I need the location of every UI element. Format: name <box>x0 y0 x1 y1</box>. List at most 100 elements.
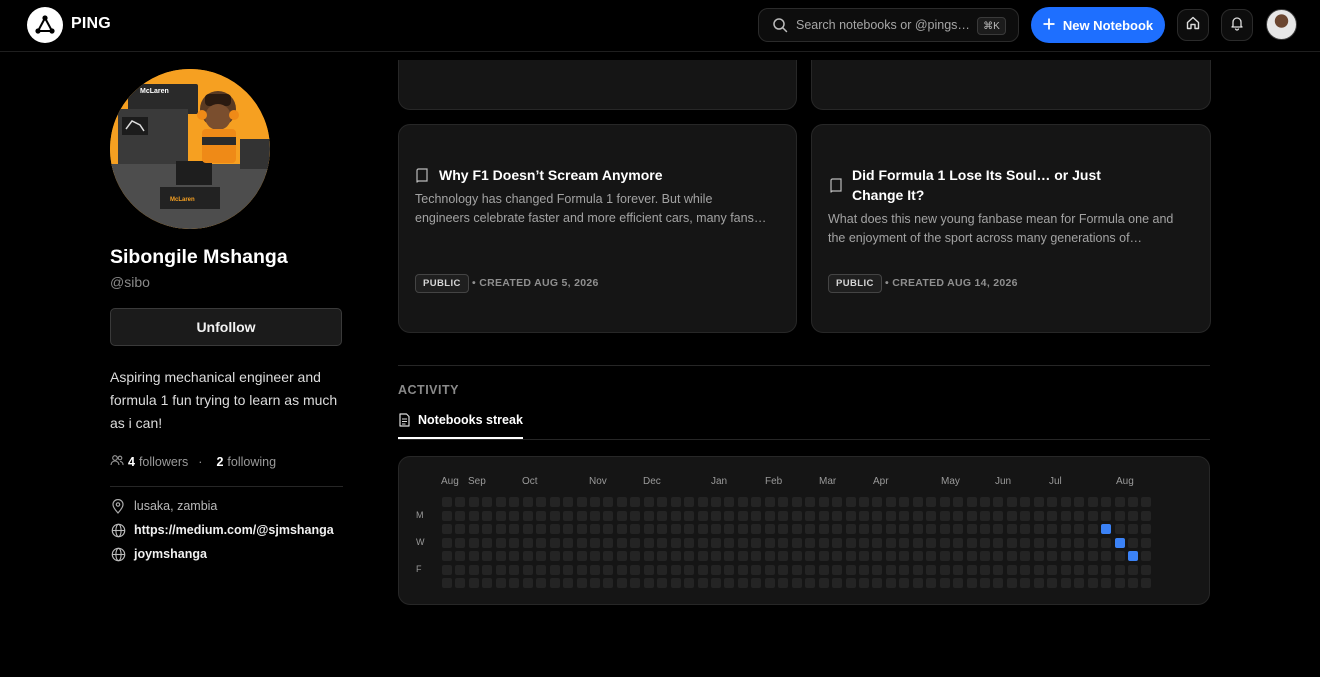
heatmap-cell <box>818 497 829 507</box>
heatmap-cell <box>791 551 802 561</box>
notebook-title[interactable]: Did Formula 1 Lose Its Soul… or Just Cha… <box>852 165 1142 205</box>
heatmap-cell <box>1047 537 1058 548</box>
heatmap-cell <box>697 497 708 507</box>
heatmap-cell <box>468 524 479 534</box>
heatmap-cell <box>751 524 762 534</box>
heatmap-cell <box>724 578 735 588</box>
unfollow-button[interactable]: Unfollow <box>110 308 342 346</box>
heatmap-cell <box>778 537 789 548</box>
notebook-card[interactable]: Why F1 Doesn’t Scream Anymore Technology… <box>398 124 797 333</box>
heatmap-cell <box>845 551 856 561</box>
heatmap-cell <box>616 510 627 521</box>
social-row: joymshanga <box>110 546 207 562</box>
day-label: W <box>416 537 425 547</box>
heatmap-cell <box>764 524 775 534</box>
heatmap-cell <box>563 524 574 534</box>
heatmap-cell <box>482 551 493 561</box>
tab-notebooks-streak[interactable]: Notebooks streak <box>398 413 523 439</box>
search-shortcut: ⌘K <box>977 17 1006 35</box>
heatmap-cell <box>724 564 735 575</box>
notifications-button[interactable] <box>1221 9 1253 41</box>
heatmap-cell <box>616 537 627 548</box>
heatmap-cell <box>1020 578 1031 588</box>
heatmap-cell <box>536 497 547 507</box>
new-notebook-button[interactable]: New Notebook <box>1031 7 1165 43</box>
heatmap-cell <box>778 497 789 507</box>
heatmap-cell <box>643 564 654 575</box>
heatmap-cell <box>549 537 560 548</box>
heatmap-cell <box>603 578 614 588</box>
bell-icon <box>1229 15 1245 36</box>
month-label: Dec <box>643 476 661 487</box>
notebook-card[interactable]: Did Formula 1 Lose Its Soul… or Just Cha… <box>811 124 1211 333</box>
search-input[interactable]: Search notebooks or @pings… ⌘K <box>758 8 1019 42</box>
heatmap-cell <box>643 497 654 507</box>
notebook-card-partial[interactable] <box>811 60 1211 110</box>
heatmap-cell <box>643 537 654 548</box>
heatmap-cell <box>711 564 721 575</box>
heatmap-cell <box>536 551 547 561</box>
new-notebook-label: New Notebook <box>1062 17 1154 33</box>
heatmap-cell <box>670 537 681 548</box>
heatmap-cell <box>630 537 641 548</box>
heatmap-cell <box>899 578 910 588</box>
heatmap-cell <box>805 537 816 548</box>
heatmap-cell <box>711 578 721 588</box>
home-button[interactable] <box>1177 9 1209 41</box>
heatmap-cell <box>912 537 923 548</box>
heatmap-cell <box>953 524 964 534</box>
heatmap-cell <box>953 578 964 588</box>
heatmap-cell <box>751 551 762 561</box>
heatmap-cell <box>1060 510 1071 521</box>
followers-label[interactable]: followers <box>139 455 188 469</box>
heatmap-cell <box>697 510 708 521</box>
heatmap-cell <box>455 510 466 521</box>
visibility-badge: PUBLIC <box>828 274 882 293</box>
heatmap-cell <box>980 578 990 588</box>
heatmap-cell <box>509 578 520 588</box>
heatmap-cell <box>1101 497 1112 507</box>
notebook-title[interactable]: Why F1 Doesn’t Scream Anymore <box>439 165 769 185</box>
following-count[interactable]: 2 <box>216 455 223 469</box>
followers-count[interactable]: 4 <box>128 455 135 469</box>
heatmap-cell <box>482 510 493 521</box>
user-avatar[interactable] <box>1266 9 1297 40</box>
following-label[interactable]: following <box>227 455 276 469</box>
heatmap-cell <box>509 524 520 534</box>
heatmap-cell <box>751 578 762 588</box>
heatmap-cell <box>468 551 479 561</box>
heatmap-cell <box>778 510 789 521</box>
heatmap-cell <box>495 551 506 561</box>
heatmap-cell <box>912 564 923 575</box>
heatmap-cell <box>1087 524 1098 534</box>
heatmap-cell <box>630 564 641 575</box>
notebook-card-partial[interactable] <box>398 60 797 110</box>
heatmap-cell <box>1047 497 1058 507</box>
heatmap-cell <box>643 510 654 521</box>
logo-icon[interactable] <box>27 7 63 43</box>
heatmap-cell <box>657 564 668 575</box>
heatmap-cell <box>926 524 937 534</box>
heatmap-cell <box>1127 524 1138 534</box>
heatmap-cell <box>576 564 587 575</box>
home-icon <box>1185 15 1201 36</box>
website-link[interactable]: https://medium.com/@sjmshanga <box>134 523 334 537</box>
heatmap-cell <box>939 497 950 507</box>
social-link[interactable]: joymshanga <box>134 547 207 561</box>
brand-name[interactable]: PING <box>71 15 111 33</box>
heatmap-cell <box>1020 510 1031 521</box>
heatmap-cell <box>1074 537 1085 548</box>
heatmap-cell <box>468 564 479 575</box>
heatmap-cell <box>603 497 614 507</box>
heatmap-cell <box>509 564 520 575</box>
heatmap-cell <box>832 564 843 575</box>
heatmap-cell <box>737 551 748 561</box>
heatmap-cell <box>589 497 600 507</box>
heatmap-cell <box>1087 510 1098 521</box>
heatmap-cell <box>980 510 990 521</box>
heatmap-cell <box>1074 564 1085 575</box>
heatmap-cell <box>1101 537 1112 548</box>
book-icon <box>415 168 429 189</box>
heatmap-cell <box>778 578 789 588</box>
heatmap-cell <box>764 578 775 588</box>
